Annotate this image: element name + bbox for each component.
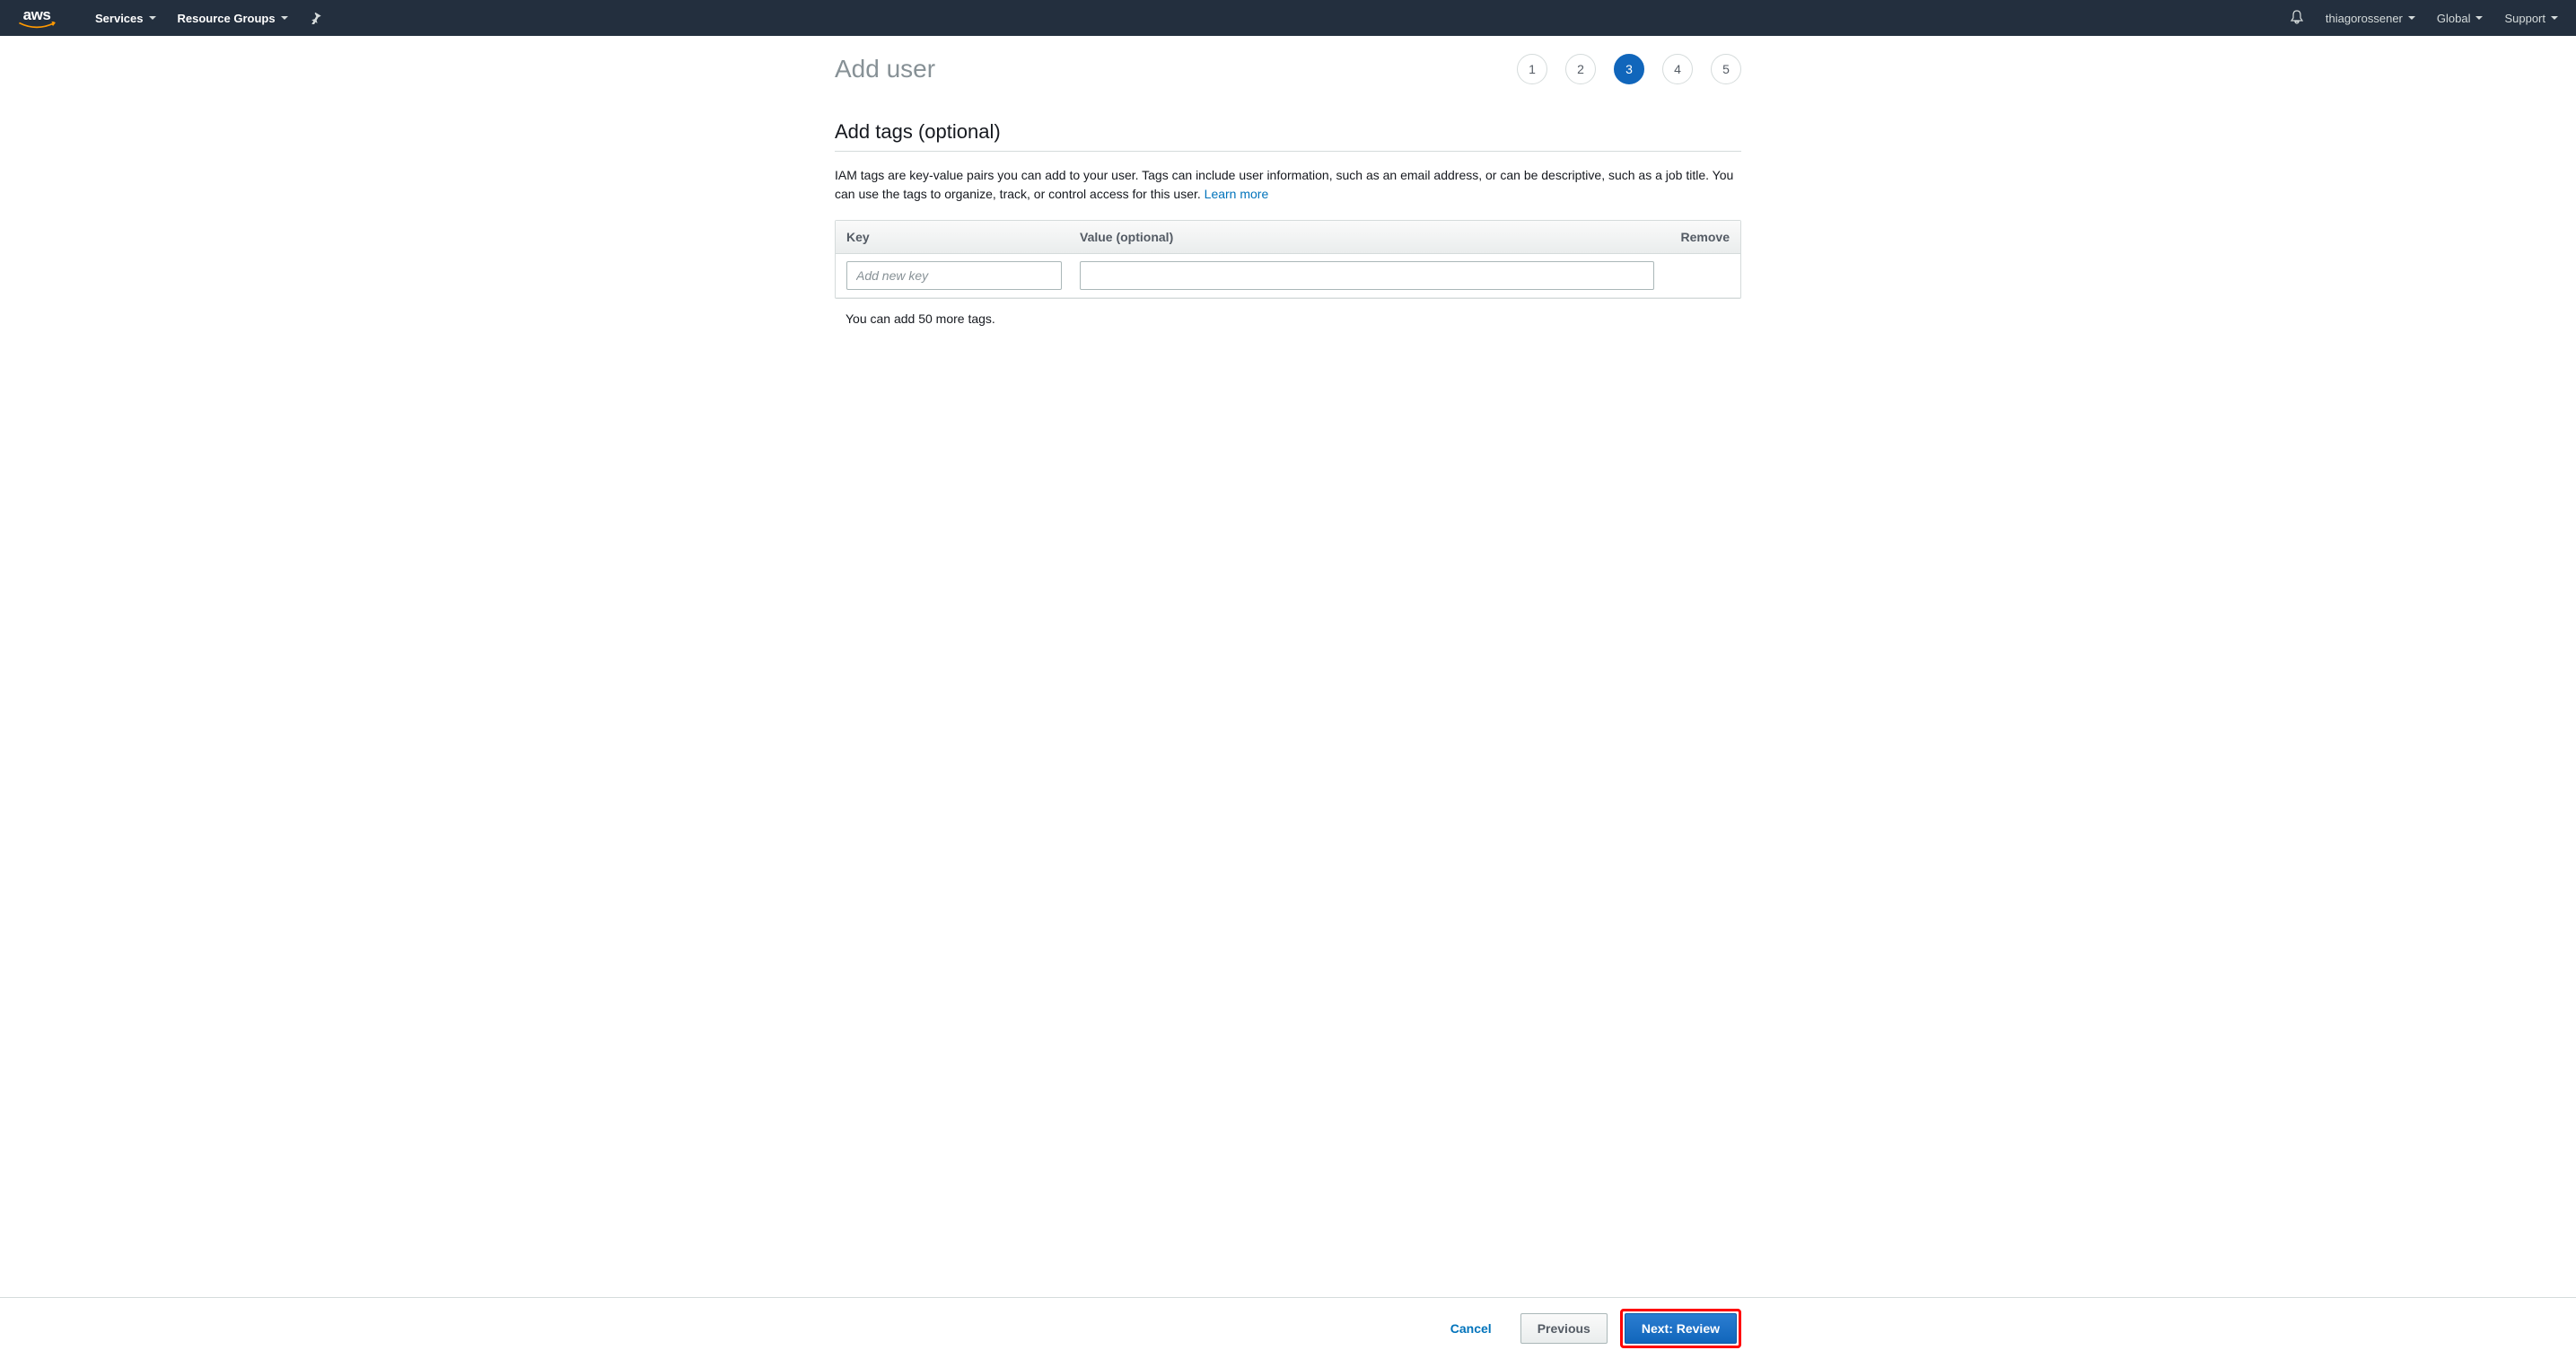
bell-icon (2290, 10, 2304, 24)
step-3[interactable]: 3 (1614, 54, 1644, 84)
support-label: Support (2504, 12, 2545, 25)
services-menu[interactable]: Services (95, 12, 156, 25)
wizard-footer: Cancel Previous Next: Review (0, 1297, 2576, 1359)
resource-groups-menu[interactable]: Resource Groups (178, 12, 288, 25)
cancel-button[interactable]: Cancel (1434, 1314, 1508, 1343)
account-menu[interactable]: thiagorossener (2326, 12, 2415, 25)
top-navigation: aws Services Resource Groups (0, 0, 2576, 36)
column-header-value: Value (optional) (1080, 230, 1658, 244)
caret-down-icon (149, 16, 156, 20)
section-description-text: IAM tags are key-value pairs you can add… (835, 168, 1733, 201)
notifications-button[interactable] (2290, 10, 2304, 27)
caret-down-icon (281, 16, 288, 20)
previous-button[interactable]: Previous (1520, 1313, 1608, 1344)
learn-more-link[interactable]: Learn more (1205, 187, 1269, 201)
column-header-remove: Remove (1658, 230, 1730, 244)
support-menu[interactable]: Support (2504, 12, 2558, 25)
region-menu[interactable]: Global (2437, 12, 2484, 25)
caret-down-icon (2475, 16, 2483, 20)
resource-groups-label: Resource Groups (178, 12, 276, 25)
section-title: Add tags (optional) (835, 120, 1741, 152)
wizard-stepper: 1 2 3 4 5 (1517, 54, 1741, 84)
tag-key-input[interactable] (846, 261, 1062, 290)
pin-shortcut[interactable] (310, 12, 322, 24)
page-title: Add user (835, 55, 935, 83)
services-label: Services (95, 12, 144, 25)
step-1[interactable]: 1 (1517, 54, 1547, 84)
username-label: thiagorossener (2326, 12, 2403, 25)
main-content: Add user 1 2 3 4 5 Add tags (optional) I… (835, 36, 1741, 437)
aws-smile-icon (18, 22, 56, 31)
step-5[interactable]: 5 (1711, 54, 1741, 84)
tags-footnote: You can add 50 more tags. (835, 299, 1741, 338)
tag-value-input[interactable] (1080, 261, 1654, 290)
next-review-button[interactable]: Next: Review (1625, 1313, 1737, 1344)
table-row (836, 254, 1740, 298)
region-label: Global (2437, 12, 2471, 25)
section-description: IAM tags are key-value pairs you can add… (835, 166, 1741, 204)
next-button-highlight: Next: Review (1620, 1309, 1741, 1348)
pin-icon (310, 12, 322, 24)
column-header-key: Key (846, 230, 1080, 244)
step-4[interactable]: 4 (1662, 54, 1693, 84)
aws-logo[interactable]: aws (18, 6, 56, 31)
caret-down-icon (2408, 16, 2415, 20)
caret-down-icon (2551, 16, 2558, 20)
step-2[interactable]: 2 (1565, 54, 1596, 84)
tags-table: Key Value (optional) Remove (835, 220, 1741, 299)
